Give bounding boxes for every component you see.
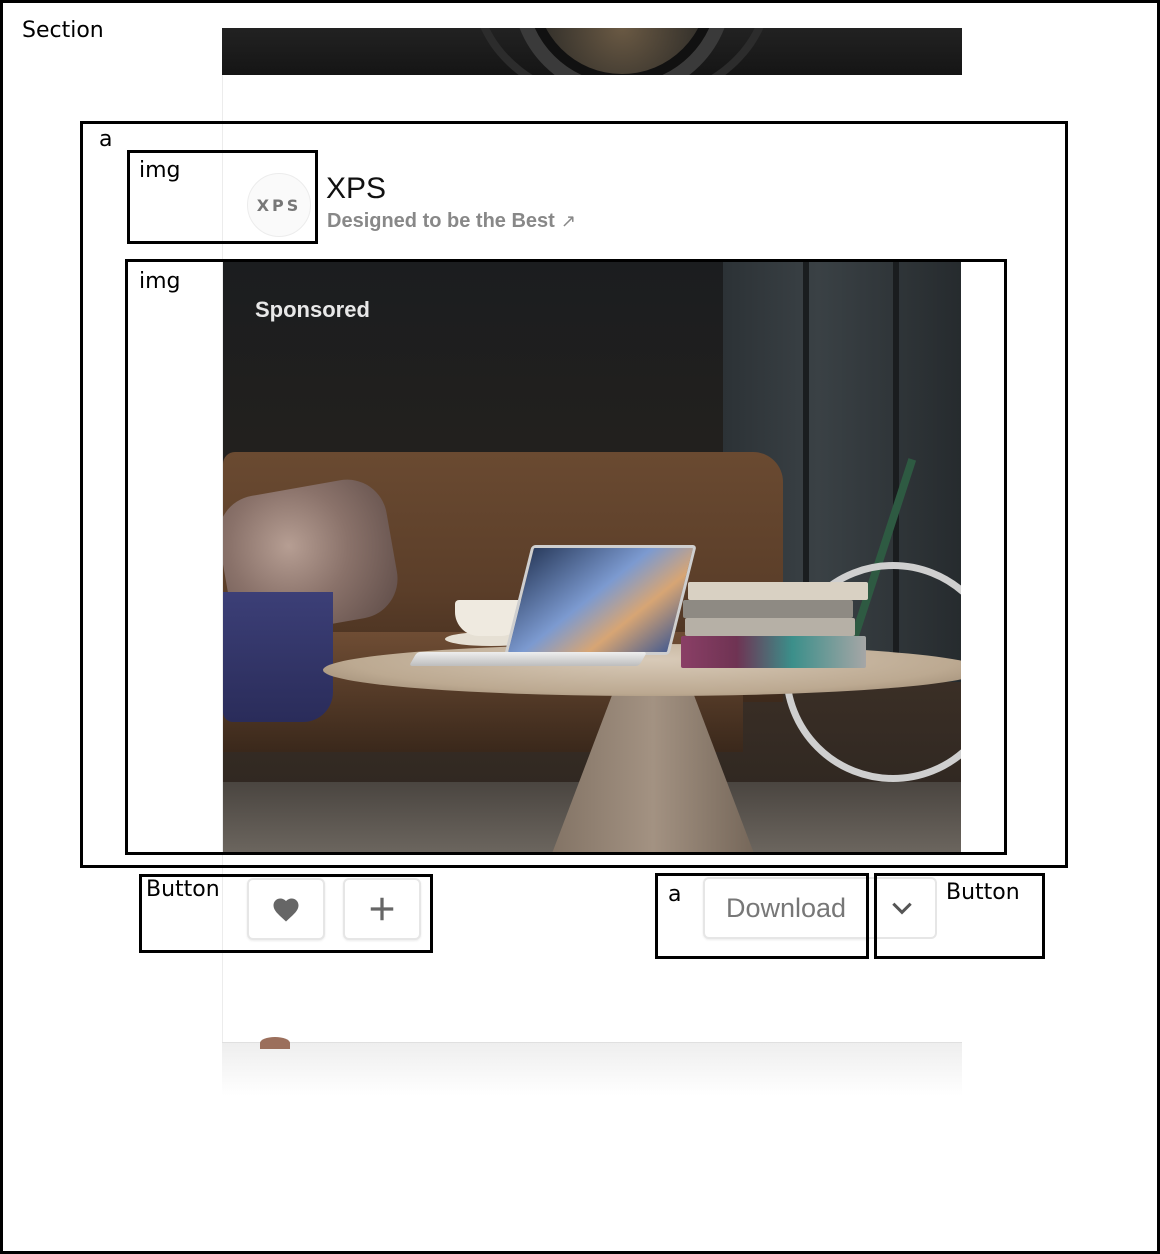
brand-tagline-text: Designed to be the Best — [327, 210, 555, 232]
external-link-icon: ↗ — [560, 211, 576, 231]
hero-img-outline — [125, 259, 1007, 855]
hero-img-label: img — [139, 269, 181, 294]
ad-link-label: a — [99, 127, 113, 152]
action-buttons-label: Button — [146, 877, 220, 902]
download-link-outline — [655, 873, 869, 959]
brand-tagline: Designed to be the Best ↗ — [327, 210, 576, 233]
logo-img-label: img — [139, 158, 181, 183]
section-label: Section — [22, 18, 104, 43]
dropdown-button-label: Button — [946, 880, 1020, 905]
next-card-peek — [222, 1037, 962, 1096]
download-link-label: a — [668, 882, 682, 907]
brand-title: XPS — [326, 172, 387, 205]
previous-card-image — [222, 28, 962, 75]
